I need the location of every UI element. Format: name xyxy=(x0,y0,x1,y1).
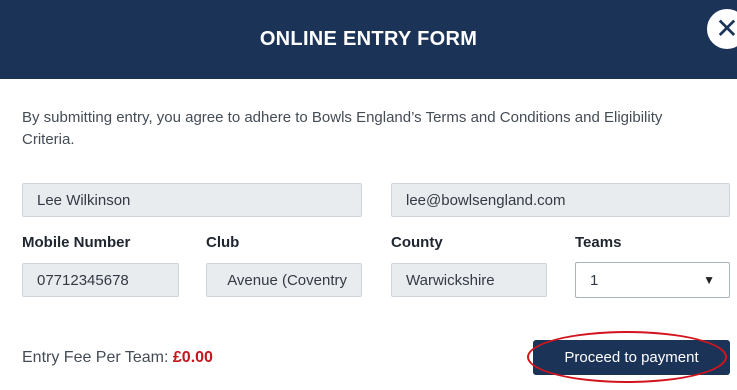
name-field[interactable]: Lee Wilkinson xyxy=(22,183,362,217)
mobile-number-label: Mobile Number xyxy=(22,234,131,251)
teams-select[interactable]: 1 ▼ xyxy=(575,262,730,298)
teams-selected-value: 1 xyxy=(590,271,599,289)
club-label: Club xyxy=(206,234,240,251)
email-field[interactable]: lee@bowlsengland.com xyxy=(391,183,730,217)
teams-label: Teams xyxy=(575,234,622,251)
county-label: County xyxy=(391,234,443,251)
entry-fee-amount: £0.00 xyxy=(172,349,213,366)
mobile-number-field[interactable]: 07712345678 xyxy=(22,263,179,297)
entry-fee-label: Entry Fee Per Team: xyxy=(22,349,169,366)
proceed-to-payment-button[interactable]: Proceed to payment xyxy=(533,340,730,375)
modal-header: ONLINE ENTRY FORM xyxy=(0,0,737,79)
club-field[interactable]: Avenue (Coventry xyxy=(206,263,362,297)
county-field[interactable]: Warwickshire xyxy=(391,263,547,297)
entry-fee: Entry Fee Per Team: £0.00 xyxy=(22,349,213,367)
chevron-down-icon: ▼ xyxy=(703,273,715,287)
terms-notice: By submitting entry, you agree to adhere… xyxy=(22,109,663,148)
modal-title: ONLINE ENTRY FORM xyxy=(259,28,478,50)
